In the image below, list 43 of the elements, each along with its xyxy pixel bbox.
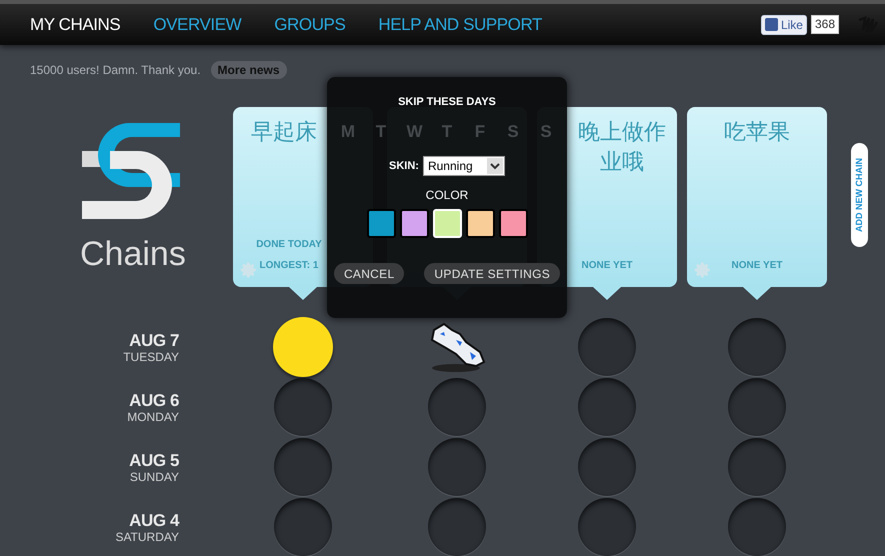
day-toggle[interactable]: T (374, 118, 388, 144)
gear-icon[interactable] (694, 261, 712, 279)
chain-status: LONGEST: 1 (260, 259, 318, 273)
nav-link[interactable]: MY CHAINS (30, 12, 120, 38)
row-weekday: TUESDAY (123, 350, 179, 362)
chain-title: 晚上做作业哦 (577, 118, 667, 176)
chain-title: 早起床 (251, 118, 317, 146)
skin-label: SKIN: (389, 158, 419, 174)
chain-status: DONE TODAY (256, 238, 322, 252)
logo-text: Chains (80, 237, 186, 271)
row-date: AUG 6 (129, 392, 179, 408)
row-date: AUG 5 (129, 452, 179, 468)
facebook-icon (764, 18, 778, 31)
color-swatch[interactable] (366, 209, 396, 238)
color-swatch[interactable] (400, 209, 428, 238)
row-date: AUG 4 (129, 512, 179, 528)
color-swatch[interactable] (466, 209, 494, 238)
row-weekday: SATURDAY (115, 530, 179, 542)
popup-title: SKIP THESE DAYS (398, 95, 496, 110)
chain-card[interactable]: 吃苹果 NONE YET (687, 107, 827, 287)
card-pointer (743, 287, 771, 300)
skin-dropdown[interactable]: Running (422, 156, 505, 176)
news-text: 15000 users! Damn. Thank you. (30, 62, 201, 79)
row-weekday: SUNDAY (130, 470, 179, 482)
chain-status: NONE YET (732, 259, 782, 273)
row-date: AUG 7 (129, 332, 179, 348)
card-pointer (593, 287, 621, 300)
like-count: 368 (810, 15, 839, 34)
popup-button[interactable]: UPDATE SETTINGS (424, 263, 560, 284)
chain-title: 吃苹果 (724, 118, 790, 146)
chain-status: NONE YET (582, 259, 632, 273)
popup-button[interactable]: CANCEL (334, 263, 404, 284)
add-new-chain-tab[interactable]: ADD NEW CHAIN (851, 143, 868, 247)
like-button[interactable]: Like (760, 14, 807, 34)
nav-link[interactable]: HELP AND SUPPORT (378, 12, 542, 38)
gear-icon[interactable] (240, 261, 258, 279)
color-label: COLOR (426, 187, 468, 204)
more-news-button[interactable]: More news (210, 61, 287, 79)
nav-link[interactable]: OVERVIEW (153, 12, 242, 38)
nav-link[interactable]: GROUPS (274, 12, 346, 38)
caret-icon (486, 158, 503, 174)
color-swatch[interactable] (498, 209, 528, 238)
row-weekday: MONDAY (127, 410, 179, 422)
